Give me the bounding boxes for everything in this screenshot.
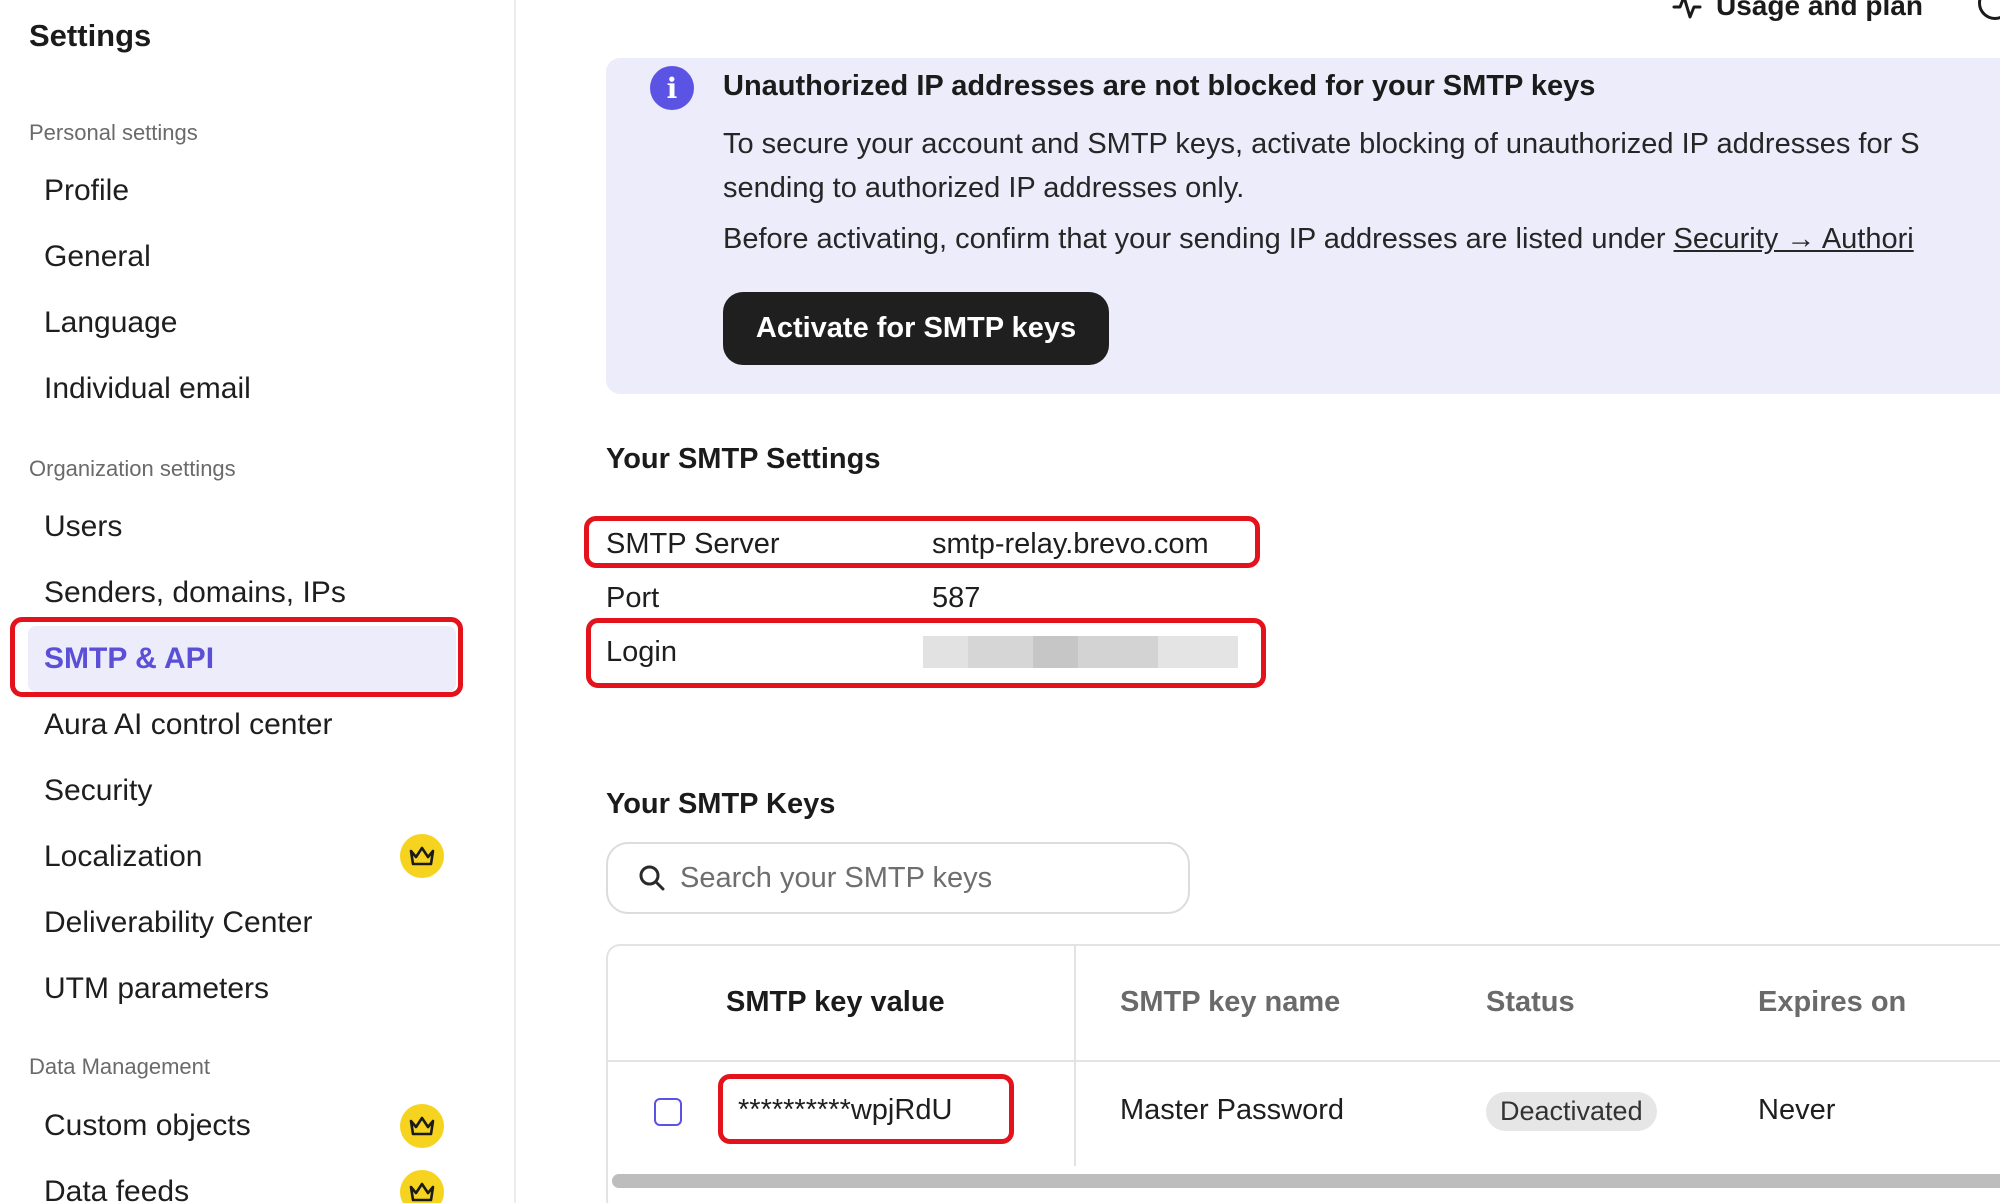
crown-icon — [400, 1170, 444, 1203]
status-badge: Deactivated — [1486, 1092, 1657, 1131]
row-checkbox[interactable] — [654, 1098, 682, 1126]
sidebar-item-localization[interactable]: Localization — [44, 839, 202, 875]
search-icon — [639, 865, 665, 891]
port-label: Port — [606, 582, 660, 614]
activity-icon — [1672, 0, 1702, 19]
banner-text-line-1: To secure your account and SMTP keys, ac… — [723, 128, 1920, 160]
sidebar-item-senders-domains-ips[interactable]: Senders, domains, IPs — [44, 575, 346, 611]
sidebar-item-profile[interactable]: Profile — [44, 173, 129, 209]
expires-on-value: Never — [1758, 1094, 1836, 1126]
column-header-key-name[interactable]: SMTP key name — [1120, 986, 1340, 1019]
sidebar-item-aura-ai[interactable]: Aura AI control center — [44, 707, 333, 743]
horizontal-scrollbar[interactable] — [612, 1174, 2000, 1188]
sidebar-item-security[interactable]: Security — [44, 773, 152, 809]
smtp-settings-title: Your SMTP Settings — [606, 443, 881, 475]
column-divider — [1074, 946, 1076, 1166]
sidebar-item-individual-email[interactable]: Individual email — [44, 371, 251, 407]
smtp-key-name: Master Password — [1120, 1094, 1345, 1126]
banner-text-line-2: sending to authorized IP addresses only. — [723, 172, 1245, 204]
settings-sidebar: Settings Personal settings Profile Gener… — [0, 0, 516, 1203]
smtp-keys-search-input[interactable] — [680, 861, 1160, 895]
highlight-login — [586, 618, 1266, 688]
column-header-status[interactable]: Status — [1486, 986, 1575, 1019]
highlight-smtp-api — [10, 617, 463, 697]
help-icon[interactable] — [1978, 0, 2000, 20]
group-label-organization: Organization settings — [29, 456, 236, 481]
usage-and-plan-button[interactable]: Usage and plan — [1672, 0, 1923, 22]
banner-title: Unauthorized IP addresses are not blocke… — [723, 70, 1596, 102]
smtp-keys-table: SMTP key value SMTP key name Status Expi… — [606, 944, 2000, 1203]
info-icon: i — [650, 66, 694, 110]
crown-icon — [400, 1104, 444, 1148]
smtp-keys-title: Your SMTP Keys — [606, 788, 836, 820]
smtp-keys-search[interactable] — [606, 842, 1190, 914]
highlight-smtp-key-value — [718, 1074, 1014, 1144]
banner-text-line-3: Before activating, confirm that your sen… — [723, 223, 1914, 256]
column-header-expires-on[interactable]: Expires on — [1758, 986, 1906, 1019]
crown-icon — [400, 834, 444, 878]
row-divider — [608, 1060, 2000, 1062]
sidebar-item-deliverability-center[interactable]: Deliverability Center — [44, 905, 312, 941]
sidebar-item-language[interactable]: Language — [44, 305, 177, 341]
highlight-smtp-server — [584, 516, 1260, 568]
banner-text-line-3-prefix: Before activating, confirm that your sen… — [723, 223, 1674, 255]
group-label-personal: Personal settings — [29, 120, 198, 145]
sidebar-title: Settings — [29, 18, 152, 53]
sidebar-item-custom-objects[interactable]: Custom objects — [44, 1108, 251, 1144]
port-value: 587 — [932, 582, 981, 614]
group-label-data-management: Data Management — [29, 1054, 210, 1079]
column-header-key-value[interactable]: SMTP key value — [726, 986, 945, 1019]
security-authorized-ips-link[interactable]: Security → Authori — [1674, 223, 1914, 255]
sidebar-item-utm-parameters[interactable]: UTM parameters — [44, 971, 269, 1007]
sidebar-item-general[interactable]: General — [44, 239, 151, 275]
sidebar-item-data-feeds[interactable]: Data feeds — [44, 1174, 189, 1203]
usage-and-plan-label: Usage and plan — [1716, 0, 1923, 21]
sidebar-item-users[interactable]: Users — [44, 509, 122, 545]
activate-for-smtp-keys-button[interactable]: Activate for SMTP keys — [723, 292, 1109, 365]
